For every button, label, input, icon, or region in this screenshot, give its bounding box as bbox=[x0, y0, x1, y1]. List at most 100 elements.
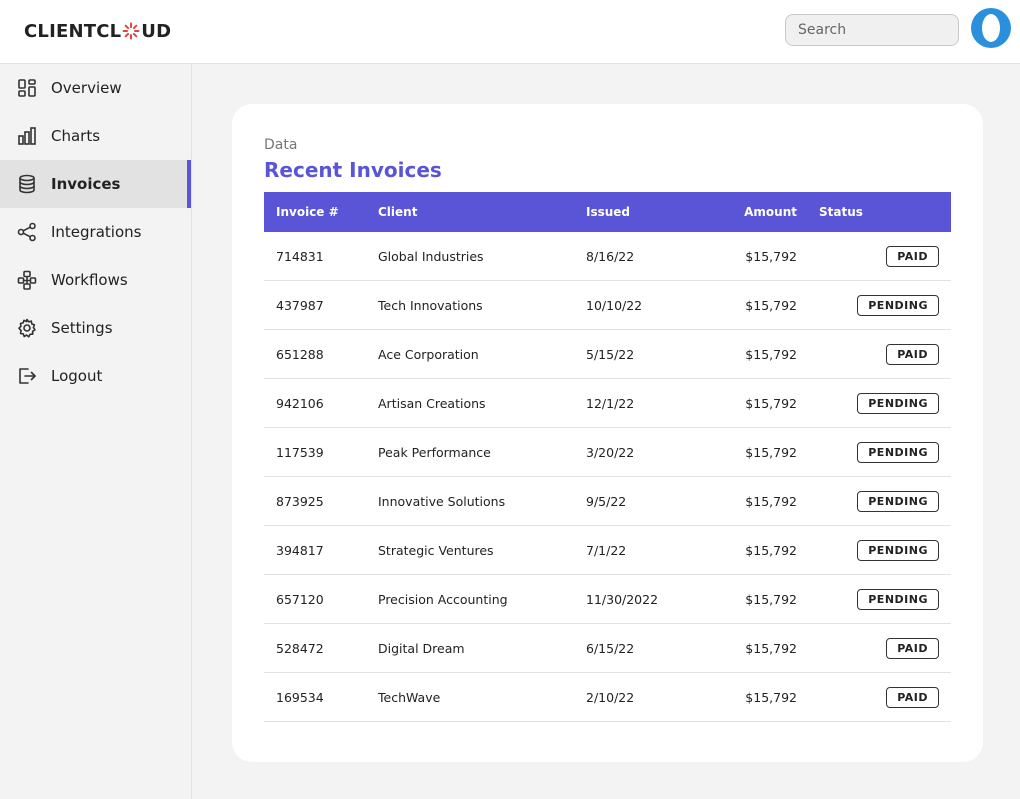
logout-icon bbox=[16, 365, 38, 387]
invoice-number-cell: 657120 bbox=[276, 591, 324, 607]
client-cell: Ace Corporation bbox=[378, 346, 479, 362]
avatar-shape bbox=[982, 14, 1000, 42]
amount-cell: $15,792 bbox=[745, 395, 797, 411]
status-badge: PENDING bbox=[857, 294, 939, 316]
column-header-status[interactable]: Status bbox=[797, 192, 951, 232]
amount-cell: $15,792 bbox=[745, 346, 797, 362]
client-cell: Global Industries bbox=[378, 248, 484, 264]
amount-cell: $15,792 bbox=[745, 542, 797, 558]
invoice-number-cell: 169534 bbox=[276, 689, 324, 705]
sidebar-item-label: Charts bbox=[51, 127, 101, 145]
invoices-card: Data Recent Invoices Invoice # Client Is… bbox=[232, 104, 983, 762]
column-header-amount[interactable]: Amount bbox=[694, 205, 797, 219]
invoice-number-cell: 394817 bbox=[276, 542, 324, 558]
invoice-number-cell: 528472 bbox=[276, 640, 324, 656]
amount-cell: $15,792 bbox=[745, 493, 797, 509]
status-badge: PENDING bbox=[857, 490, 939, 512]
table-row[interactable]: 528472 Digital Dream 6/15/22 $15,792 PAID bbox=[264, 624, 951, 673]
gear-icon bbox=[16, 317, 38, 339]
sidebar-item-integrations[interactable]: Integrations bbox=[0, 208, 191, 256]
top-bar: CLIENTCL UD bbox=[0, 0, 1020, 64]
sidebar-item-charts[interactable]: Charts bbox=[0, 112, 191, 160]
status-cell: PENDING bbox=[797, 526, 951, 574]
sidebar-item-label: Settings bbox=[51, 319, 113, 337]
column-header-client[interactable]: Client bbox=[378, 205, 586, 219]
column-header-issued[interactable]: Issued bbox=[586, 205, 694, 219]
sidebar-item-workflows[interactable]: Workflows bbox=[0, 256, 191, 304]
table-row[interactable]: 873925 Innovative Solutions 9/5/22 $15,792 P… bbox=[264, 477, 951, 526]
column-header-invoice[interactable]: Invoice # bbox=[264, 205, 378, 219]
table-row[interactable]: 942106 Artisan Creations 12/1/22 $15,792 PEN… bbox=[264, 379, 951, 428]
sidebar-item-invoices[interactable]: Invoices bbox=[0, 160, 191, 208]
sidebar-item-label: Logout bbox=[51, 367, 103, 385]
asterisk-o-icon bbox=[122, 22, 140, 40]
logo[interactable]: CLIENTCL UD bbox=[24, 19, 171, 43]
status-badge: PAID bbox=[886, 686, 939, 708]
invoice-number-cell: 117539 bbox=[276, 444, 324, 460]
status-badge: PENDING bbox=[857, 539, 939, 561]
database-icon bbox=[16, 173, 38, 195]
sidebar-item-overview[interactable]: Overview bbox=[0, 64, 191, 112]
status-cell: PENDING bbox=[797, 477, 951, 525]
table-row[interactable]: 117539 Peak Performance 3/20/22 $15,792 PEND… bbox=[264, 428, 951, 477]
workflow-icon bbox=[16, 269, 38, 291]
invoice-number-cell: 651288 bbox=[276, 346, 324, 362]
search-input[interactable] bbox=[785, 14, 959, 46]
amount-cell: $15,792 bbox=[745, 297, 797, 313]
sidebar-item-label: Workflows bbox=[51, 271, 128, 289]
invoice-number-cell: 942106 bbox=[276, 395, 324, 411]
card-eyebrow: Data bbox=[264, 137, 298, 153]
status-cell: PAID bbox=[797, 673, 951, 721]
amount-cell: $15,792 bbox=[745, 689, 797, 705]
client-cell: Strategic Ventures bbox=[378, 542, 494, 558]
issued-date-cell: 2/10/22 bbox=[586, 689, 635, 705]
issued-date-cell: 8/16/22 bbox=[586, 248, 635, 264]
issued-date-cell: 10/10/22 bbox=[586, 297, 643, 313]
client-cell: Tech Innovations bbox=[378, 297, 483, 313]
table-row[interactable]: 437987 Tech Innovations 10/10/22 $15,792 PEN… bbox=[264, 281, 951, 330]
invoices-table: Invoice # Client Issued Amount Status 71… bbox=[264, 192, 951, 722]
issued-date-cell: 5/15/22 bbox=[586, 346, 635, 362]
sidebar: Overview Charts Invoices Integrations Wo… bbox=[0, 64, 192, 799]
dashboard-grid-icon bbox=[16, 77, 38, 99]
invoice-number-cell: 714831 bbox=[276, 248, 324, 264]
status-badge: PAID bbox=[886, 637, 939, 659]
table-row[interactable]: 657120 Precision Accounting 11/30/2022 $15,… bbox=[264, 575, 951, 624]
avatar[interactable] bbox=[971, 8, 1011, 48]
status-cell: PENDING bbox=[797, 575, 951, 623]
client-cell: Artisan Creations bbox=[378, 395, 486, 411]
table-body: 714831 Global Industries 8/16/22 $15,792 PAI… bbox=[264, 232, 951, 722]
client-cell: Peak Performance bbox=[378, 444, 491, 460]
issued-date-cell: 6/15/22 bbox=[586, 640, 635, 656]
client-cell: TechWave bbox=[378, 689, 441, 705]
table-row[interactable]: 169534 TechWave 2/10/22 $15,792 PAID bbox=[264, 673, 951, 722]
logo-text-right: UD bbox=[141, 20, 172, 42]
status-badge: PENDING bbox=[857, 588, 939, 610]
sidebar-item-label: Invoices bbox=[51, 175, 121, 193]
client-cell: Precision Accounting bbox=[378, 591, 508, 607]
amount-cell: $15,792 bbox=[745, 444, 797, 460]
sidebar-item-label: Integrations bbox=[51, 223, 142, 241]
table-row[interactable]: 714831 Global Industries 8/16/22 $15,792 PAI… bbox=[264, 232, 951, 281]
logo-text-left: CLIENTCL bbox=[24, 20, 122, 42]
table-row[interactable]: 651288 Ace Corporation 5/15/22 $15,792 PAID bbox=[264, 330, 951, 379]
invoice-number-cell: 873925 bbox=[276, 493, 324, 509]
status-badge: PAID bbox=[886, 245, 939, 267]
status-cell: PENDING bbox=[797, 281, 951, 329]
status-badge: PENDING bbox=[857, 392, 939, 414]
issued-date-cell: 3/20/22 bbox=[586, 444, 635, 460]
sidebar-item-settings[interactable]: Settings bbox=[0, 304, 191, 352]
amount-cell: $15,792 bbox=[745, 640, 797, 656]
sidebar-item-logout[interactable]: Logout bbox=[0, 352, 191, 400]
status-badge: PENDING bbox=[857, 441, 939, 463]
status-badge: PAID bbox=[886, 343, 939, 365]
status-cell: PENDING bbox=[797, 428, 951, 476]
issued-date-cell: 11/30/2022 bbox=[586, 591, 659, 607]
page-title: Recent Invoices bbox=[264, 158, 442, 182]
table-row[interactable]: 394817 Strategic Ventures 7/1/22 $15,792 PEN… bbox=[264, 526, 951, 575]
amount-cell: $15,792 bbox=[745, 248, 797, 264]
status-cell: PENDING bbox=[797, 379, 951, 427]
table-header: Invoice # Client Issued Amount Status bbox=[264, 192, 951, 232]
status-cell: PAID bbox=[797, 624, 951, 672]
issued-date-cell: 7/1/22 bbox=[586, 542, 627, 558]
